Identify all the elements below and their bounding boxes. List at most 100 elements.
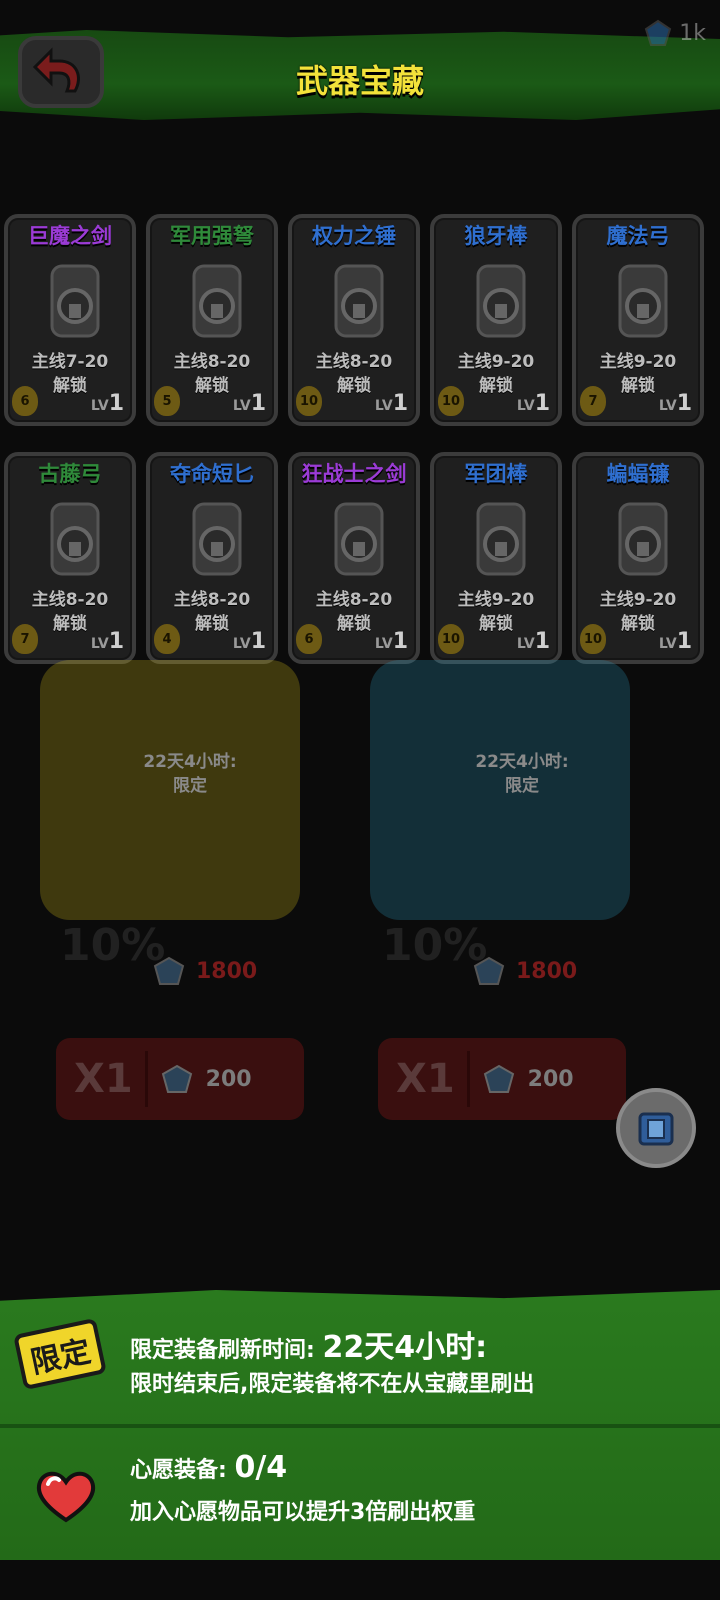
cost-badge: 10 xyxy=(438,386,464,416)
level-label: LV1 xyxy=(91,629,124,654)
level-prefix: LV xyxy=(374,398,393,414)
level-prefix: LV xyxy=(90,636,109,652)
chest-1-old-price-text: 1800 xyxy=(196,958,258,984)
weapon-name: 权力之锤 xyxy=(312,224,396,248)
heart-icon xyxy=(36,1471,96,1523)
wish-row: 心愿装备: 0/4 xyxy=(130,1450,287,1485)
level-label: LV1 xyxy=(517,391,550,416)
chest-2-price: 200 xyxy=(527,1066,574,1092)
weapon-card[interactable]: 巨魔之剑 主线7-20 解锁 6 LV1 xyxy=(4,214,136,426)
cost-badge: 7 xyxy=(12,624,38,654)
chest-1-discount-text: 10% xyxy=(60,920,166,971)
weapon-name: 巨魔之剑 xyxy=(28,224,112,248)
level-value: 1 xyxy=(108,629,124,654)
weapon-name: 蝙蝠镰 xyxy=(606,462,670,486)
locked-weapon-icon xyxy=(50,502,100,576)
weapon-name: 狂战士之剑 xyxy=(301,462,407,486)
chest-1-old-price: 1800 xyxy=(152,956,257,986)
level-prefix: LV xyxy=(374,636,393,652)
level-label: LV1 xyxy=(233,391,266,416)
level-prefix: LV xyxy=(516,398,535,414)
weapon-name: 军用强弩 xyxy=(170,224,254,248)
cost-badge: 4 xyxy=(154,624,180,654)
chest-2-timer-text: 22天4小时: xyxy=(475,752,569,772)
unlock-stage: 主线7-20 xyxy=(31,352,109,372)
cost-badge: 6 xyxy=(296,624,322,654)
level-value: 1 xyxy=(108,391,124,416)
page-title: 武器宝藏 xyxy=(295,62,424,100)
locked-weapon-icon xyxy=(618,264,668,338)
cost-badge: 5 xyxy=(154,386,180,416)
level-prefix: LV xyxy=(516,636,535,652)
refresh-note: 限时结束后,限定装备将不在从宝藏里刷出 xyxy=(130,1372,535,1397)
divider xyxy=(144,1051,148,1107)
level-value: 1 xyxy=(392,629,408,654)
level-label: LV1 xyxy=(375,391,408,416)
weapon-name: 魔法弓 xyxy=(606,224,670,248)
weapon-card[interactable]: 蝙蝠镰 主线9-20 解锁 10 LV1 xyxy=(572,452,704,664)
chest-2-limit-text: 限定 xyxy=(505,776,539,796)
locked-weapon-icon xyxy=(50,264,100,338)
weapon-card[interactable]: 魔法弓 主线9-20 解锁 7 LV1 xyxy=(572,214,704,426)
cube-icon xyxy=(638,1112,674,1146)
level-label: LV1 xyxy=(91,391,124,416)
unlock-stage: 主线9-20 xyxy=(457,590,535,610)
cost-badge: 10 xyxy=(438,624,464,654)
level-prefix: LV xyxy=(90,398,109,414)
gem-icon xyxy=(161,1064,192,1093)
panel-divider xyxy=(0,1424,720,1428)
level-value: 1 xyxy=(392,391,408,416)
chest-1-timer: 22天4小时: 限定 xyxy=(40,750,340,798)
unlock-stage: 主线8-20 xyxy=(315,590,393,610)
weapon-card[interactable]: 古藤弓 主线8-20 解锁 7 LV1 xyxy=(4,452,136,664)
chest-2-buy-button[interactable]: X1 200 xyxy=(378,1038,626,1120)
level-label: LV1 xyxy=(375,629,408,654)
cube-button[interactable] xyxy=(616,1088,696,1168)
weapon-card[interactable]: 狂战士之剑 主线8-20 解锁 6 LV1 xyxy=(288,452,420,664)
unlock-stage: 主线9-20 xyxy=(457,352,535,372)
weapon-card[interactable]: 军团棒 主线9-20 解锁 10 LV1 xyxy=(430,452,562,664)
locked-weapon-icon xyxy=(334,264,384,338)
unlock-stage: 主线9-20 xyxy=(599,352,677,372)
locked-weapon-icon xyxy=(192,502,242,576)
level-value: 1 xyxy=(250,629,266,654)
unlock-stage: 主线9-20 xyxy=(599,590,677,610)
unlock-stage: 主线8-20 xyxy=(315,352,393,372)
level-label: LV1 xyxy=(517,629,550,654)
level-value: 1 xyxy=(250,391,266,416)
wish-count: 0/4 xyxy=(234,1450,288,1485)
gem-icon xyxy=(645,19,672,46)
refresh-label: 限定装备刷新时间: xyxy=(130,1338,323,1363)
weapon-name: 夺命短匕 xyxy=(170,462,254,486)
weapon-card[interactable]: 夺命短匕 主线8-20 解锁 4 LV1 xyxy=(146,452,278,664)
weapon-name: 狼牙棒 xyxy=(464,224,528,248)
chest-2-old-price: 1800 xyxy=(472,956,577,986)
level-value: 1 xyxy=(676,391,692,416)
gem-icon xyxy=(473,956,505,985)
wish-note: 加入心愿物品可以提升3倍刷出权重 xyxy=(130,1500,476,1525)
refresh-time-row: 限定装备刷新时间: 22天4小时: xyxy=(130,1322,487,1366)
chest-2-count: X1 xyxy=(396,1056,455,1102)
weapon-card[interactable]: 狼牙棒 主线9-20 解锁 10 LV1 xyxy=(430,214,562,426)
chest-1-buy-button[interactable]: X1 200 xyxy=(56,1038,304,1120)
weapon-name: 古藤弓 xyxy=(38,462,102,486)
gem-amount: 1k xyxy=(679,20,706,46)
wish-label: 心愿装备: xyxy=(130,1458,235,1483)
locked-weapon-icon xyxy=(476,264,526,338)
weapon-card[interactable]: 权力之锤 主线8-20 解锁 10 LV1 xyxy=(288,214,420,426)
locked-weapon-icon xyxy=(334,502,384,576)
chest-1-price: 200 xyxy=(205,1066,252,1092)
level-value: 1 xyxy=(534,391,550,416)
weapon-grid: 巨魔之剑 主线7-20 解锁 6 LV1 军用强弩 主线8-20 解锁 5 LV1 权力之锤 主线8-… xyxy=(4,214,716,664)
weapon-card[interactable]: 军用强弩 主线8-20 解锁 5 LV1 xyxy=(146,214,278,426)
level-prefix: LV xyxy=(658,398,677,414)
gem-currency: 1k xyxy=(643,18,706,48)
locked-weapon-icon xyxy=(192,264,242,338)
cost-badge: 6 xyxy=(12,386,38,416)
level-prefix: LV xyxy=(658,636,677,652)
refresh-time: 22天4小时: xyxy=(322,1330,488,1365)
limit-tag-text: 限定 xyxy=(27,1334,94,1381)
chest-1-limit-text: 限定 xyxy=(173,776,207,796)
chest-2-old-price-text: 1800 xyxy=(516,958,578,984)
level-prefix: LV xyxy=(232,636,251,652)
